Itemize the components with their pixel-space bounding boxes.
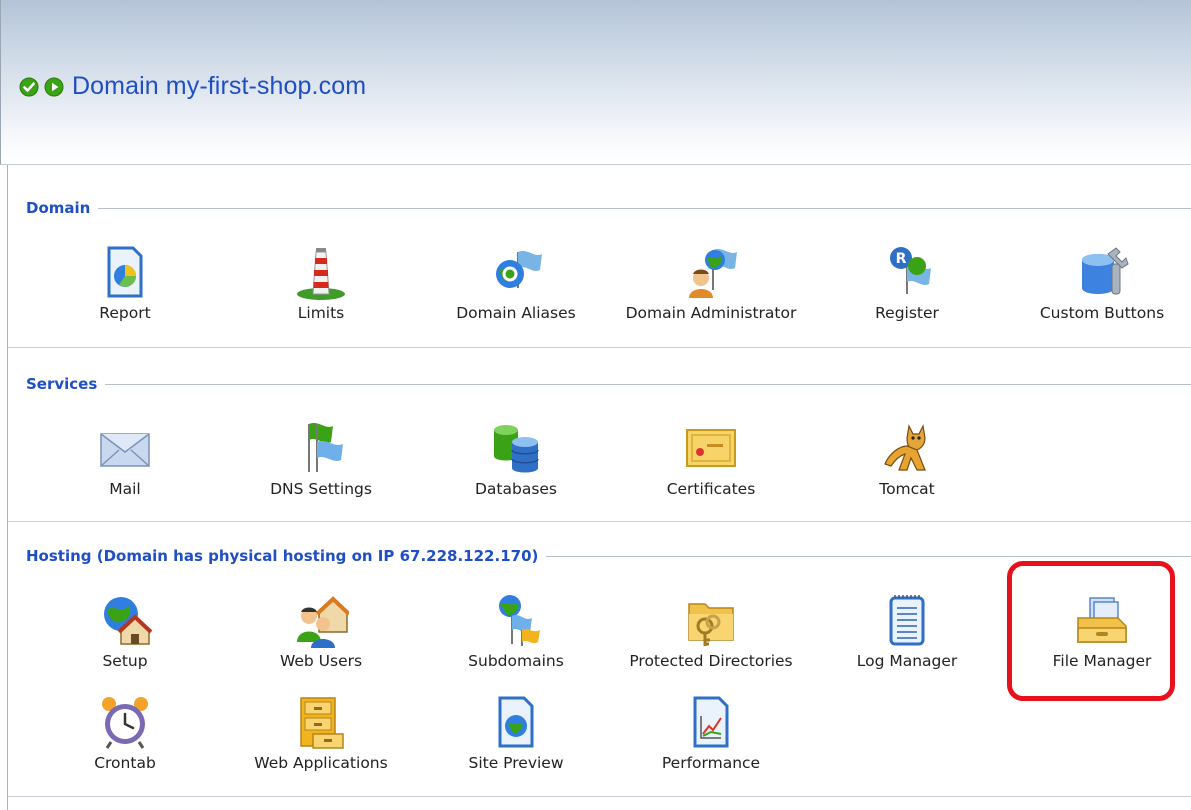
tool-label: Domain Administrator [625,304,797,322]
tool-label: Register [875,304,939,322]
tool-web-users[interactable]: Web Users [226,592,416,687]
tool-protected-directories[interactable]: Protected Directories [616,592,806,687]
section-title: Services [26,375,98,393]
certificates-icon [686,429,736,467]
tool-dns-settings[interactable]: DNS Settings [226,420,416,515]
tool-report[interactable]: Report [30,244,220,339]
custom-buttons-icon [1082,247,1129,295]
performance-icon [693,696,729,748]
databases-icon [494,425,539,473]
tool-label: Certificates [666,480,756,498]
tool-performance[interactable]: Performance [616,694,806,789]
title-row: Domain my-first-shop.com [19,72,366,101]
tool-label: Crontab [94,754,156,772]
section-domain: Domain Report Limits Domain Aliases Doma… [8,196,1191,348]
tool-web-applications[interactable]: Web Applications [226,694,416,789]
subdomains-icon [499,595,540,646]
mail-icon [100,433,150,467]
tool-label: DNS Settings [270,480,372,498]
log-manager-icon [889,595,925,646]
tool-label: Databases [474,480,558,498]
tool-label: Performance [661,754,761,772]
site-preview-icon [498,696,534,748]
section-title: Hosting (Domain has physical hosting on … [26,547,539,565]
tool-databases[interactable]: Databases [421,420,611,515]
tool-label: Report [99,304,151,322]
tool-mail[interactable]: Mail [30,420,220,515]
tomcat-icon [884,424,926,471]
domain-aliases-icon [496,251,542,288]
tool-limits[interactable]: Limits [226,244,416,339]
tool-log-manager[interactable]: Log Manager [812,592,1002,687]
tool-label: Domain Aliases [456,304,576,322]
tool-label: Tomcat [879,480,935,498]
protected-directories-icon [688,603,734,646]
page-title: Domain my-first-shop.com [72,72,367,100]
crontab-icon [102,697,148,749]
play-circle-icon [44,77,64,96]
tool-label: Log Manager [856,652,958,670]
domain-administrator-icon [689,249,737,298]
dns-settings-icon [308,423,343,472]
tool-tomcat[interactable]: Tomcat [812,420,1002,515]
tool-label: Web Users [279,652,363,670]
tool-custom-buttons[interactable]: Custom Buttons [1007,244,1191,339]
tool-certificates[interactable]: Certificates [616,420,806,515]
tool-label: Mail [109,480,141,498]
limits-icon [297,248,345,300]
tool-label: Protected Directories [629,652,793,670]
check-circle-icon [19,77,39,96]
highlight-box [1007,561,1175,701]
section-divider [98,207,1191,209]
web-users-icon [297,596,349,648]
section-title: Domain [26,199,91,217]
tool-setup[interactable]: Setup [30,592,220,687]
svg-text:R: R [896,251,907,267]
tool-site-preview[interactable]: Site Preview [421,694,611,789]
section-divider [546,555,1191,557]
tool-label: Limits [297,304,345,322]
tool-domain-aliases[interactable]: Domain Aliases [421,244,611,339]
report-icon [107,246,143,298]
setup-icon [104,597,153,645]
tool-label: Web Applications [254,754,388,772]
tool-label: Subdomains [468,652,564,670]
tool-label: Setup [102,652,148,670]
section-divider [105,383,1191,385]
register-icon: R [890,247,931,294]
tool-label: Custom Buttons [1039,304,1165,322]
page-header: Domain my-first-shop.com [0,0,1191,165]
tool-register[interactable]: R Register [812,244,1002,339]
tool-label: Site Preview [468,754,564,772]
tool-crontab[interactable]: Crontab [30,694,220,789]
web-applications-icon [300,697,344,749]
tool-domain-administrator[interactable]: Domain Administrator [616,244,806,339]
tool-subdomains[interactable]: Subdomains [421,592,611,687]
section-services: Services Mail DNS Settings Databases Cer… [8,370,1191,522]
